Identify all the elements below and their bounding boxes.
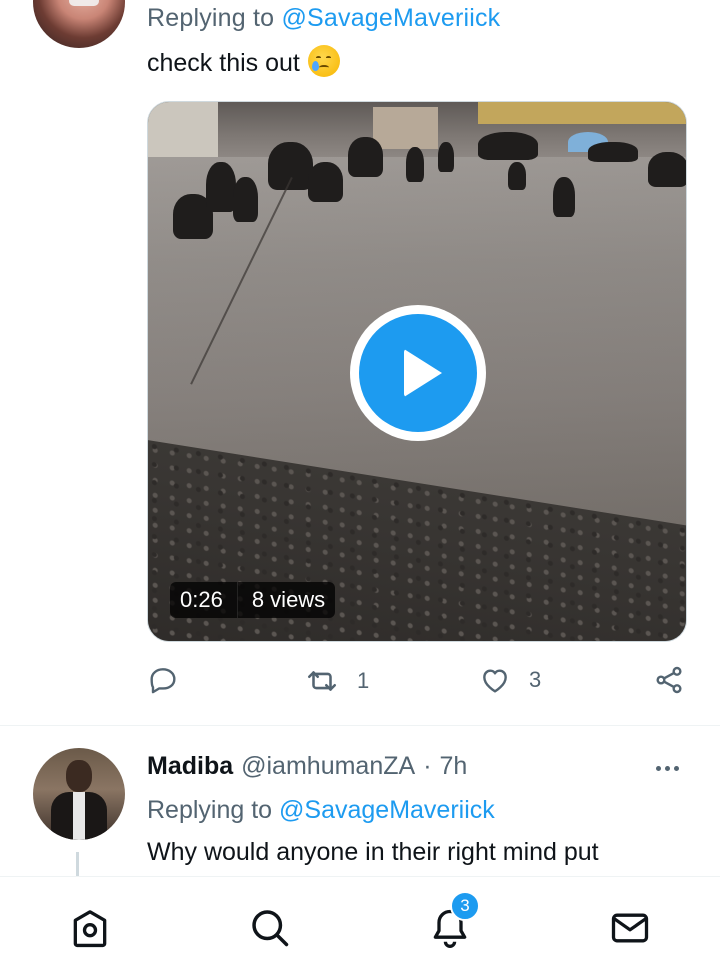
video-frame-building: [373, 107, 438, 149]
video-frame-person: [648, 152, 686, 187]
video-frame-person: [406, 147, 424, 182]
video-frame-building: [478, 102, 686, 124]
tweet-header: Madiba @iamhumanZA · 7h: [147, 752, 467, 781]
retweet-icon: [307, 671, 337, 691]
retweet-count: 1: [357, 668, 370, 693]
play-icon: [359, 314, 477, 432]
tweet-divider: [0, 725, 720, 726]
share-icon: [656, 666, 682, 694]
notifications-badge: 3: [450, 891, 480, 921]
nav-search[interactable]: [246, 904, 294, 952]
video-views: 8 views: [251, 587, 326, 612]
replying-to-label: Replying to: [147, 796, 273, 824]
nav-home[interactable]: [66, 904, 114, 952]
messages-icon: [611, 913, 649, 943]
like-button[interactable]: 3: [479, 664, 541, 696]
header-separator: ·: [423, 752, 432, 780]
video-player[interactable]: 0:26 8 views: [147, 101, 687, 642]
video-frame-person: [308, 162, 343, 202]
heart-icon: [483, 669, 507, 693]
tweet-text: Why would anyone in their right mind put: [147, 838, 599, 866]
video-frame-person: [478, 132, 538, 160]
avatar[interactable]: [33, 0, 125, 48]
video-frame-person: [206, 162, 236, 212]
video-frame-building: [148, 102, 218, 157]
replying-to-handle[interactable]: @SavageMaveriick: [281, 4, 500, 32]
video-frame-person: [438, 142, 454, 172]
nav-notifications[interactable]: 3: [426, 891, 480, 952]
display-name[interactable]: Madiba: [147, 752, 233, 781]
reply-icon: [150, 668, 176, 694]
user-handle[interactable]: @iamhumanZA: [241, 752, 415, 781]
tweet-actions: 1 3: [147, 664, 687, 708]
tweet-text: check this out: [147, 45, 340, 78]
replying-to-label: Replying to: [147, 4, 275, 32]
play-button[interactable]: [350, 305, 486, 441]
nav-messages[interactable]: [606, 904, 654, 952]
video-frame-person: [553, 177, 575, 217]
replying-to: Replying to @SavageMaveriick: [147, 4, 500, 33]
tweet-text-body: check this out: [147, 49, 300, 77]
share-button[interactable]: [653, 664, 685, 696]
search-icon: [252, 910, 289, 947]
thread-line: [76, 852, 79, 876]
video-frame-person: [233, 177, 258, 222]
video-duration: 0:26: [180, 587, 223, 612]
replying-to: Replying to @SavageMaveriick: [147, 796, 495, 825]
like-count: 3: [529, 667, 542, 692]
avatar[interactable]: [33, 748, 125, 840]
home-icon: [73, 910, 107, 948]
retweet-button[interactable]: 1: [305, 664, 369, 698]
reply-button[interactable]: [147, 664, 197, 696]
tweet-time[interactable]: 7h: [440, 752, 468, 781]
bottom-nav: 3: [0, 876, 720, 970]
video-info-badge: 0:26 8 views: [170, 582, 336, 618]
replying-to-handle[interactable]: @SavageMaveriick: [279, 796, 495, 824]
more-options-icon[interactable]: [656, 758, 686, 778]
crying-face-emoji-icon: [307, 45, 340, 77]
video-frame-person: [348, 137, 383, 177]
video-frame-person: [508, 162, 526, 190]
video-frame-person: [588, 142, 638, 162]
video-frame-person: [268, 142, 313, 190]
